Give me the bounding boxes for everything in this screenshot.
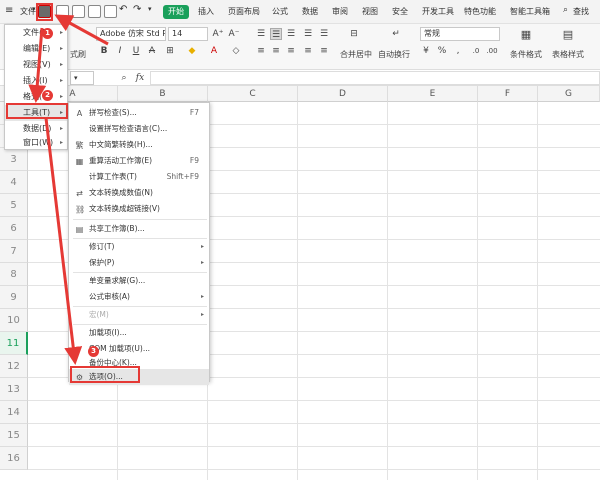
arrow-to-options xyxy=(44,117,83,365)
spreadsheet-window: ≡ 文件 ▾ ↶ ↷ ▾ 开始 插入 页面布局 公式 数据 审阅 视图 安全 开… xyxy=(0,0,600,480)
arrow-to-classic-menu xyxy=(54,14,109,46)
annotation-arrows xyxy=(28,14,109,365)
arrow-to-tools xyxy=(28,27,47,103)
step-badge-1: 1 xyxy=(42,28,53,39)
step-badge-2: 2 xyxy=(42,90,53,101)
step-badge-3: 3 xyxy=(88,346,99,357)
